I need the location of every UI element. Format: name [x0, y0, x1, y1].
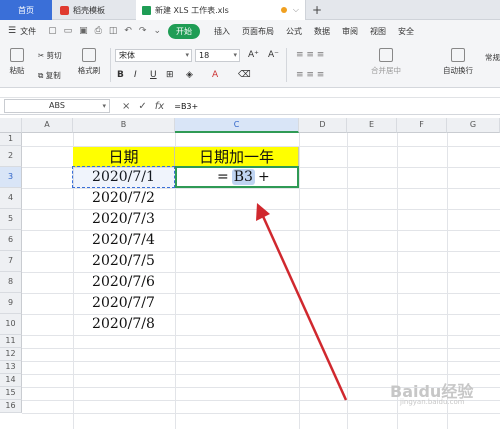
annotation-arrow-icon — [256, 203, 348, 401]
arrow-shaft — [260, 213, 348, 401]
watermark-url: jingyan.baidu.com — [400, 398, 465, 406]
